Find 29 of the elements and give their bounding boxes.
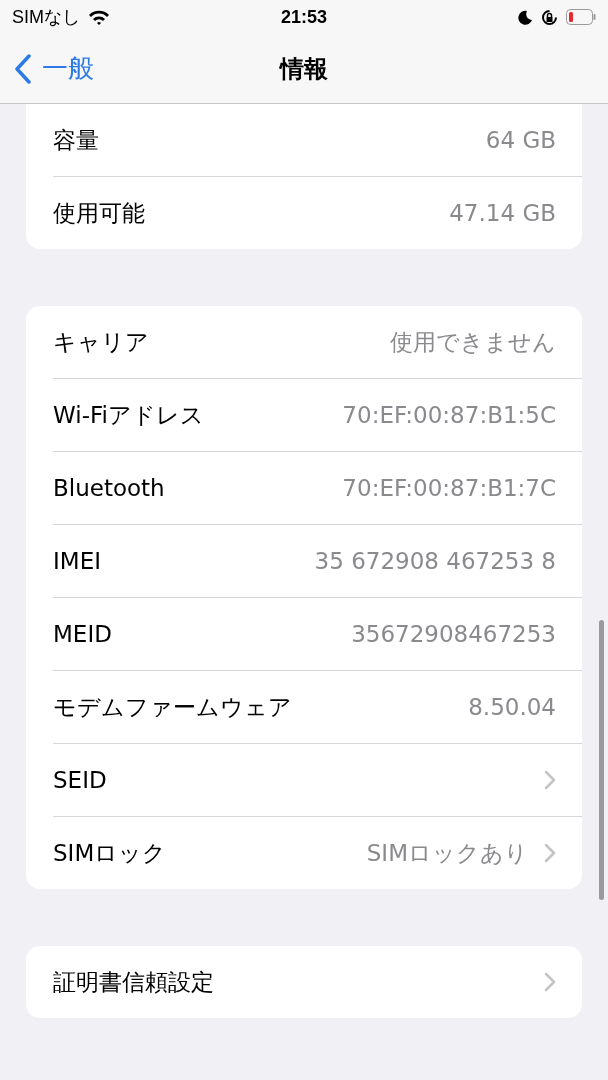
nav-title: 情報 [280, 54, 328, 83]
row-label: Bluetooth [53, 475, 165, 501]
row-label: キャリア [53, 327, 149, 357]
chevron-left-icon [14, 53, 32, 84]
row-label[interactable]: 証明書信頼設定 [53, 966, 214, 998]
wifi-icon [88, 9, 110, 25]
row-value: 47.14 GB [449, 200, 556, 226]
row-label[interactable]: SIMロック [53, 837, 167, 869]
back-button[interactable]: 一般 [0, 46, 94, 91]
row-label: モデムファームウェア [53, 692, 292, 722]
row-label: 使用可能 [53, 198, 145, 228]
battery-icon [566, 9, 596, 25]
clock-text: 21:53 [280, 6, 327, 27]
row-value: 35 672908 467253 8 [314, 548, 556, 574]
rotation-lock-icon [541, 8, 558, 26]
row-value: 70:EF:00:87:B1:5C [342, 402, 556, 428]
row-label: MEID [53, 621, 112, 647]
row-label: Wi-Fiアドレス [53, 400, 204, 430]
row-label: IMEI [53, 548, 101, 574]
moon-icon [518, 9, 533, 25]
row-label[interactable]: SEID [53, 767, 107, 793]
row-value: 8.50.04 [468, 694, 556, 720]
carrier-text: SIMなし [12, 6, 80, 29]
row-value: SIMロックあり [366, 838, 528, 868]
row-label: 容量 [53, 125, 99, 155]
row-value: 70:EF:00:87:B1:7C [342, 475, 556, 501]
row-value: 35672908467253 [351, 621, 556, 647]
row-value: 使用できません [390, 327, 556, 357]
row-value: 64 GB [485, 127, 556, 153]
